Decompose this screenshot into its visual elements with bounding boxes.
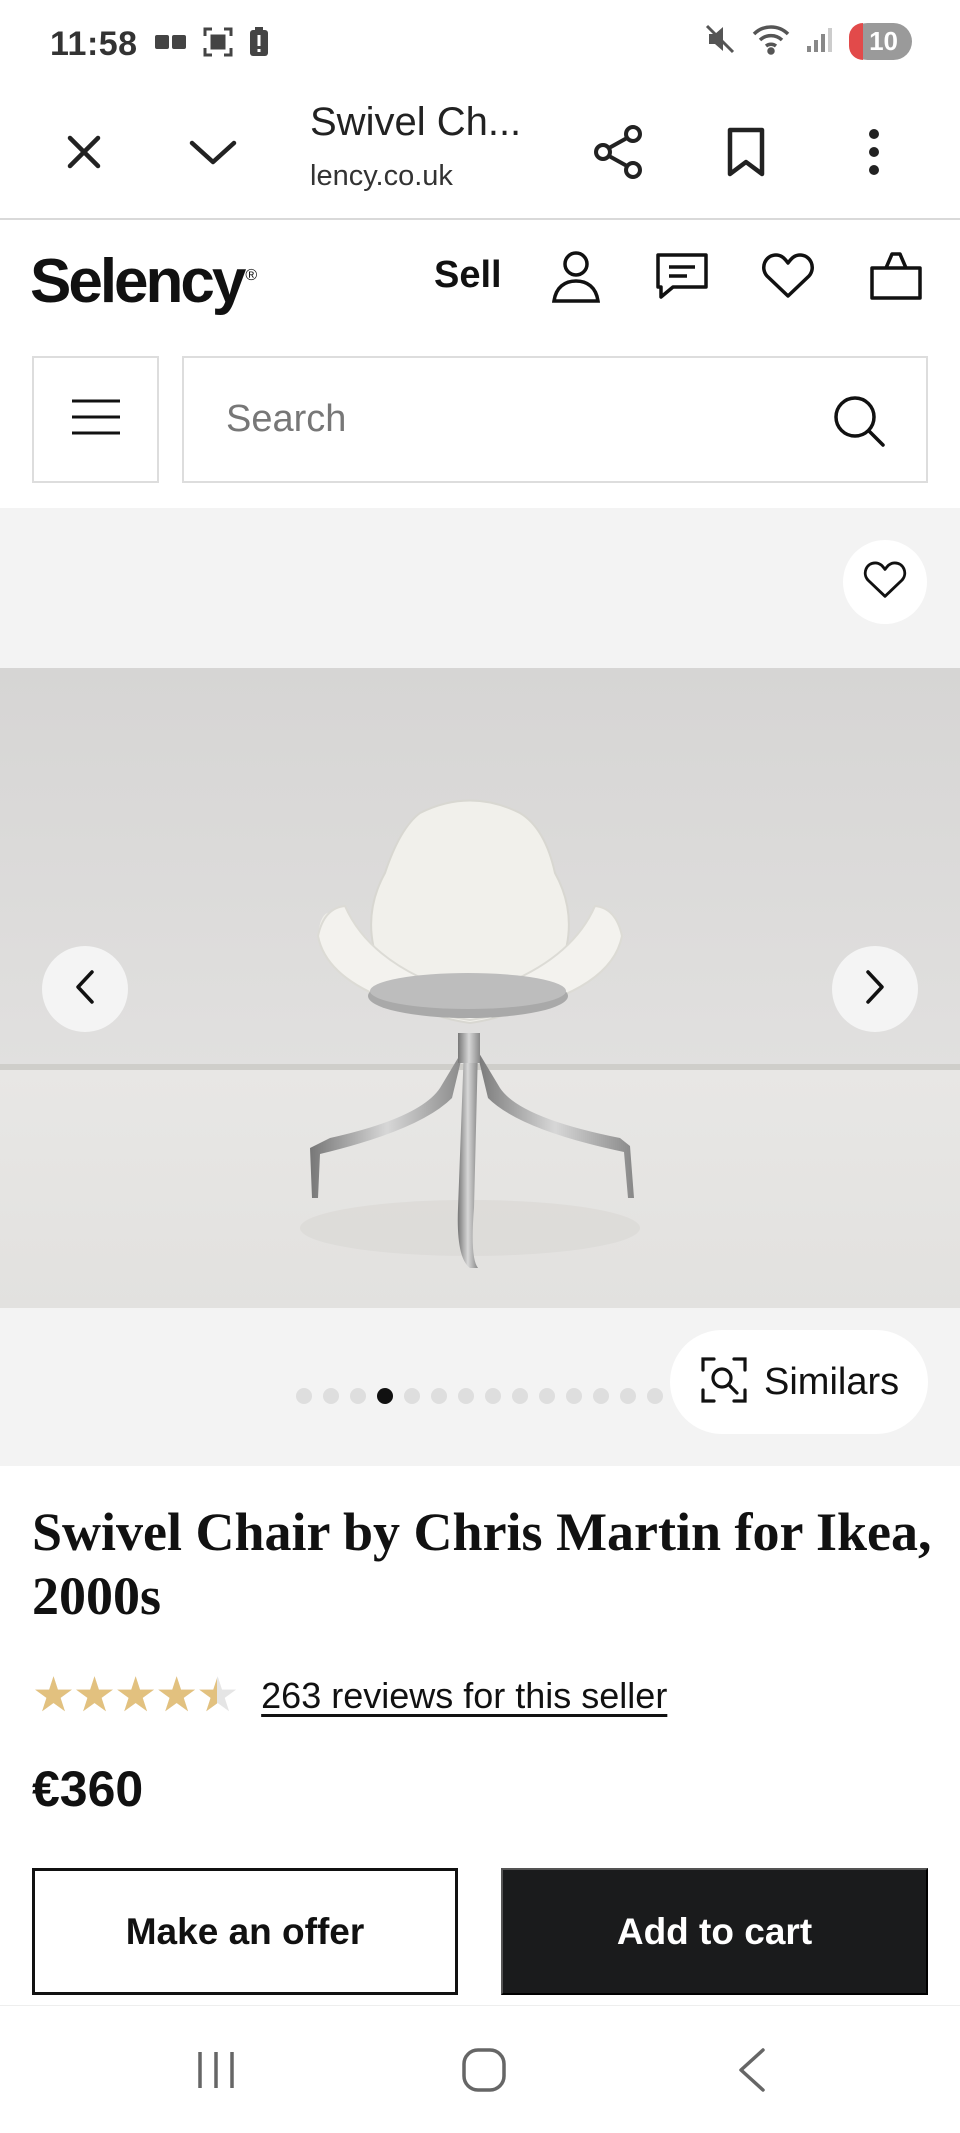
reviews-link[interactable]: 263 reviews for this seller [261,1675,667,1717]
rating-stars: ★★★★★ ★★★★★ [32,1668,239,1724]
account-icon [551,249,601,308]
system-navigation-bar [0,2005,960,2133]
favorite-button[interactable] [843,540,927,624]
pagination-dot[interactable] [431,1388,447,1404]
url-text[interactable]: lency.co.uk [310,160,510,193]
tab-title[interactable]: Swivel Ch... [310,100,521,145]
pagination-dot[interactable] [620,1388,636,1404]
notification-icon [154,31,188,58]
star-filled-icons: ★★★★★ [32,1669,217,1722]
home-icon [461,2047,507,2098]
product-gallery: Similars [0,508,960,1466]
sell-link[interactable]: Sell [434,254,502,297]
similars-button[interactable]: Similars [670,1330,928,1434]
visual-search-icon [700,1356,748,1409]
status-time: 11:58 [50,24,138,63]
product-title: Swivel Chair by Chris Martin for Ikea, 2… [32,1502,932,1626]
chair-illustration [0,668,960,1308]
recent-apps-icon [194,2050,238,2095]
site-logo[interactable]: Selency ® [30,246,257,317]
pagination-dot[interactable] [593,1388,609,1404]
bookmark-icon [726,126,766,183]
chevron-right-icon [864,969,886,1010]
cart-button[interactable] [866,248,926,308]
search-icon[interactable] [832,394,886,453]
home-button[interactable] [454,2042,514,2102]
account-button[interactable] [546,248,606,308]
back-icon [737,2047,767,2098]
favorites-button[interactable] [758,248,818,308]
seller-rating: ★★★★★ ★★★★★ 263 reviews for this seller [32,1668,667,1724]
heart-icon [863,560,907,605]
next-image-button[interactable] [832,946,918,1032]
pagination-dot[interactable] [377,1388,393,1404]
product-photo[interactable] [0,668,960,1308]
add-to-cart-button[interactable]: Add to cart [501,1868,928,1995]
hamburger-menu-icon [70,397,122,442]
recent-apps-button[interactable] [186,2042,246,2102]
logo-text: Selency [30,247,246,316]
status-bar: 11:58 10 [0,0,960,88]
similars-label: Similars [764,1360,900,1403]
messages-icon [655,251,709,306]
status-left-icons [154,26,270,63]
battery-indicator: 10 [849,23,912,60]
pagination-dot[interactable] [404,1388,420,1404]
search-input[interactable]: Search [182,356,928,483]
menu-button[interactable] [32,356,159,483]
back-button[interactable] [722,2042,782,2102]
mute-icon [703,22,737,61]
search-placeholder: Search [226,398,347,440]
close-icon [64,132,104,177]
chevron-down-icon [188,137,238,172]
battery-alert-icon [248,26,270,63]
cart-icon [869,250,923,307]
bookmark-button[interactable] [708,116,784,192]
pagination-dot[interactable] [350,1388,366,1404]
chevron-left-icon [74,969,96,1010]
logo-registered-mark: ® [245,267,258,285]
pagination-dot[interactable] [647,1388,663,1404]
close-tab-button[interactable] [46,116,122,192]
messages-button[interactable] [652,248,712,308]
share-button[interactable] [580,116,656,192]
product-price: €360 [32,1761,144,1817]
pagination-dot[interactable] [539,1388,555,1404]
wifi-icon [751,23,791,60]
screenshot-icon [202,26,234,63]
browser-menu-button[interactable] [836,116,912,192]
more-vertical-icon [868,128,880,180]
pagination-dot[interactable] [566,1388,582,1404]
signal-icon [805,24,835,59]
pagination-dot[interactable] [512,1388,528,1404]
status-right: 10 [703,22,912,61]
favorites-icon [761,252,815,305]
share-icon [591,124,645,185]
pagination-dot[interactable] [485,1388,501,1404]
site-header: Selency ® Sell [0,222,960,350]
browser-toolbar: Swivel Ch... lency.co.uk [0,88,960,220]
pagination-dot[interactable] [296,1388,312,1404]
previous-image-button[interactable] [42,946,128,1032]
make-offer-button[interactable]: Make an offer [32,1868,458,1995]
pagination-dot[interactable] [458,1388,474,1404]
image-pagination [296,1388,676,1404]
minimize-tab-button[interactable] [175,116,251,192]
pagination-dot[interactable] [323,1388,339,1404]
